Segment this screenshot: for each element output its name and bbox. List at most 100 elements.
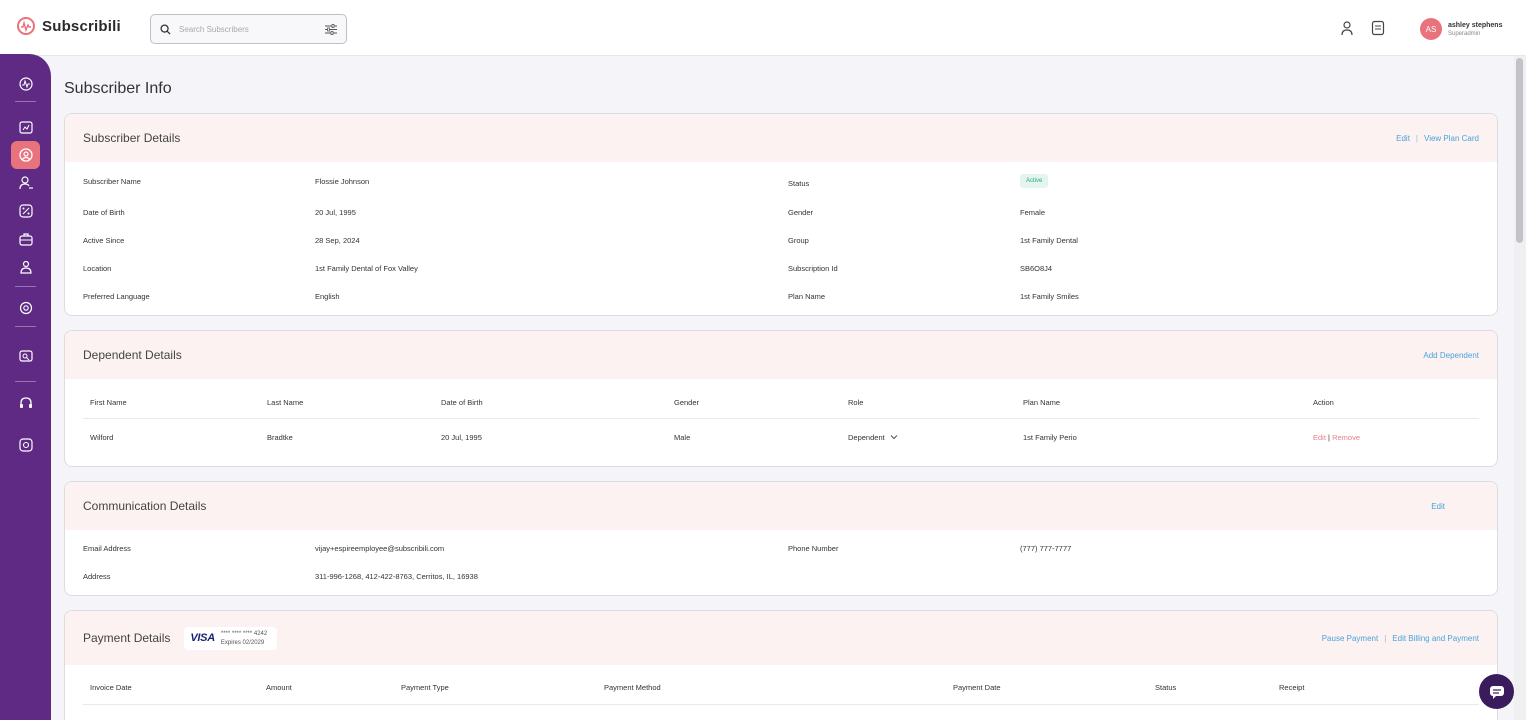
- gender-value: Female: [1020, 208, 1046, 217]
- card-expiry: Expires 02/2029: [220, 639, 265, 646]
- communication-details-title: Communication Details: [83, 499, 207, 513]
- brand[interactable]: Subscribili: [16, 16, 121, 36]
- dependent-details-title: Dependent Details: [83, 348, 182, 362]
- edit-billing-link[interactable]: Edit Billing and Payment: [1392, 634, 1479, 643]
- language-value: English: [315, 292, 340, 301]
- column-header: Payment Date: [953, 683, 1001, 692]
- info-label: Address: [83, 572, 111, 581]
- sidebar-item-reports[interactable]: [11, 342, 40, 370]
- search-input[interactable]: [179, 24, 314, 34]
- view-plan-card-link[interactable]: View Plan Card: [1424, 134, 1479, 143]
- column-header: Receipt: [1279, 683, 1305, 692]
- calendar-chart-icon: [18, 121, 33, 134]
- role-value: Dependent: [848, 433, 885, 442]
- info-label: Group: [788, 236, 809, 245]
- sidebar-item-dashboard[interactable]: [11, 70, 40, 98]
- action-separator: |: [1384, 633, 1387, 643]
- info-label: Location: [83, 264, 112, 273]
- plan-name-value: 1st Family Smiles: [1020, 292, 1079, 301]
- settings-icon: [19, 301, 32, 315]
- role-select[interactable]: Dependent: [848, 433, 898, 442]
- group-value: 1st Family Dental: [1020, 236, 1078, 245]
- user-icon: [18, 176, 33, 190]
- pause-payment-link[interactable]: Pause Payment: [1322, 634, 1378, 643]
- info-label: Active Since: [83, 236, 125, 245]
- chat-button[interactable]: [1479, 674, 1514, 709]
- sidebar-item-support[interactable]: [11, 389, 40, 417]
- payment-details-header: Payment Details VISA **** **** **** 4242…: [65, 611, 1497, 665]
- brand-logo-icon: [17, 17, 35, 35]
- edit-dependent-link[interactable]: Edit: [1313, 433, 1326, 442]
- user-menu[interactable]: AS ashley stephens Superadmin: [1420, 18, 1502, 40]
- dashboard-icon: [18, 77, 33, 91]
- headset-icon: [19, 397, 32, 408]
- table-divider: [83, 418, 1479, 419]
- payment-details-card: Payment Details VISA **** **** **** 4242…: [64, 610, 1498, 720]
- column-header: Date of Birth: [441, 398, 483, 407]
- sidebar-item-users[interactable]: [11, 169, 40, 197]
- sidebar-item-settings[interactable]: [11, 294, 40, 322]
- visa-logo: VISA: [190, 632, 215, 644]
- info-label: Status: [788, 179, 810, 188]
- sidebar-item-subscribers[interactable]: [11, 141, 40, 169]
- communication-details-header: Communication Details Edit: [65, 482, 1497, 530]
- status-badge-wrap: Active: [1020, 174, 1049, 188]
- document-icon[interactable]: [1371, 20, 1385, 36]
- add-dependent-link[interactable]: Add Dependent: [1423, 351, 1479, 360]
- sidebar-item-discounts[interactable]: [11, 197, 40, 225]
- phone-value: (777) 777-7777: [1020, 544, 1072, 553]
- subscriber-name-value: Flossie Johnson: [315, 177, 370, 186]
- chat-icon: [1489, 685, 1504, 699]
- top-icons: [1340, 20, 1385, 36]
- plan-cell: 1st Family Perio: [1023, 433, 1077, 442]
- column-header: Role: [848, 398, 864, 407]
- sidebar: [0, 54, 51, 720]
- subscriber-details-card: Subscriber Details Edit | View Plan Card…: [64, 113, 1498, 316]
- user-profile-icon[interactable]: [1340, 20, 1354, 36]
- scrollbar-thumb[interactable]: [1516, 58, 1523, 243]
- avatar: AS: [1420, 18, 1442, 40]
- filter-icon[interactable]: [325, 23, 337, 35]
- edit-subscriber-link[interactable]: Edit: [1396, 134, 1410, 143]
- remove-dependent-link[interactable]: Remove: [1332, 433, 1360, 442]
- subscriber-details-header: Subscriber Details Edit | View Plan Card: [65, 114, 1497, 162]
- search-box[interactable]: [150, 14, 347, 44]
- action-separator: |: [1328, 433, 1330, 442]
- sidebar-divider: [15, 286, 36, 287]
- column-header: First Name: [90, 398, 127, 407]
- edit-communication-link[interactable]: Edit: [1431, 502, 1445, 511]
- column-header: Amount: [266, 683, 292, 692]
- communication-details-card: Communication Details Edit Email Address…: [64, 481, 1498, 596]
- user-name: ashley stephens: [1448, 21, 1503, 29]
- sidebar-item-integrations[interactable]: [11, 431, 40, 459]
- status-badge: Active: [1020, 174, 1049, 188]
- info-label: Date of Birth: [83, 208, 125, 217]
- card-number: **** **** **** 4242: [220, 630, 268, 637]
- payment-details-title: Payment Details: [83, 631, 171, 645]
- column-header: Status: [1155, 683, 1177, 692]
- table-divider: [83, 704, 1479, 705]
- chevron-down-icon: [890, 435, 898, 440]
- gender-cell: Male: [674, 433, 691, 442]
- payment-card-info: VISA **** **** **** 4242 Expires 02/2029: [184, 626, 278, 650]
- reports-icon: [18, 350, 33, 362]
- column-header: Action: [1313, 398, 1334, 407]
- subscriber-details-title: Subscriber Details: [83, 131, 181, 145]
- info-label: Phone Number: [788, 544, 839, 553]
- user-role: Superadmin: [1448, 30, 1481, 37]
- info-label: Preferred Language: [83, 292, 150, 301]
- page-scrollbar[interactable]: [1514, 56, 1526, 720]
- subscribers-icon: [18, 148, 33, 162]
- email-value: vijay+espireemployee@subscribili.com: [315, 544, 445, 553]
- action-separator: |: [1415, 133, 1418, 143]
- info-label: Subscriber Name: [83, 177, 141, 186]
- sidebar-item-staff[interactable]: [11, 253, 40, 281]
- sidebar-divider: [15, 381, 36, 382]
- active-since-value: 28 Sep, 2024: [315, 236, 360, 245]
- sidebar-item-analytics[interactable]: [11, 113, 40, 141]
- action-cell: Edit | Remove: [1313, 433, 1360, 442]
- person-icon: [19, 260, 32, 274]
- location-value: 1st Family Dental of Fox Valley: [315, 264, 418, 273]
- sidebar-item-plans[interactable]: [11, 225, 40, 253]
- last-name-cell: Bradtke: [267, 433, 293, 442]
